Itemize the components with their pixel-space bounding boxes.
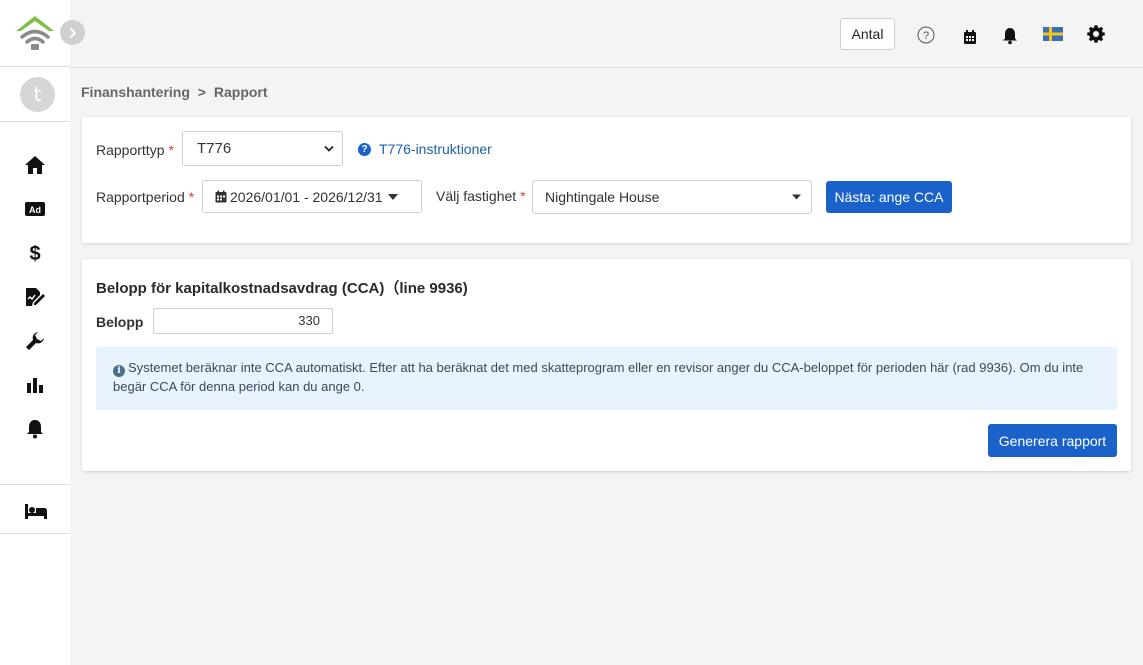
property-select[interactable]: Nightingale House: [532, 180, 812, 214]
amount-label: Belopp: [96, 314, 144, 330]
report-type-value: T776: [197, 140, 232, 157]
calendar-icon[interactable]: [959, 26, 981, 48]
breadcrumb-separator: >: [197, 84, 206, 100]
bell-icon[interactable]: [999, 25, 1021, 47]
amount-input[interactable]: 330: [153, 308, 333, 334]
report-period-label-text: Rapportperiod: [96, 189, 185, 205]
document-edit-icon[interactable]: [22, 285, 48, 309]
info-icon: i: [113, 365, 125, 377]
ad-icon[interactable]: Ad: [22, 197, 48, 221]
chevron-down-icon: [324, 145, 334, 152]
svg-text:?: ?: [923, 30, 929, 42]
swedish-flag-icon[interactable]: [1042, 23, 1064, 45]
calendar-icon: [215, 190, 227, 203]
required-mark: *: [188, 189, 195, 205]
home-icon[interactable]: [22, 153, 48, 177]
property-value: Nightingale House: [545, 189, 660, 205]
report-type-label: Rapporttyp *: [96, 142, 174, 158]
generate-report-button[interactable]: Generera rapport: [988, 424, 1117, 457]
avatar[interactable]: t: [20, 77, 55, 112]
report-settings-card: Rapporttyp * T776 ? T776-instruktioner Ra…: [82, 117, 1131, 243]
chevron-right-icon: [69, 27, 76, 38]
caret-down-icon: [387, 193, 398, 200]
gear-icon[interactable]: [1085, 23, 1107, 45]
bar-chart-icon[interactable]: [22, 373, 48, 397]
cca-card: Belopp för kapitalkostnadsavdrag (CCA)（l…: [82, 259, 1131, 471]
svg-text:$: $: [29, 243, 40, 264]
cca-section-title: Belopp för kapitalkostnadsavdrag (CCA)（l…: [96, 280, 468, 297]
t776-instructions-link[interactable]: ? T776-instruktioner: [358, 141, 492, 157]
antal-button[interactable]: Antal: [840, 18, 895, 50]
caret-down-icon: [792, 194, 801, 200]
bed-icon[interactable]: [23, 499, 49, 523]
sidebar-toggle-button[interactable]: [60, 20, 85, 45]
report-type-label-text: Rapporttyp: [96, 142, 165, 158]
breadcrumb-current: Rapport: [213, 84, 268, 100]
report-period-label: Rapportperiod *: [96, 189, 194, 205]
sidebar: t Ad $: [0, 0, 70, 665]
required-mark: *: [520, 188, 526, 204]
question-icon: ?: [358, 142, 371, 156]
t776-instructions-text: T776-instruktioner: [379, 141, 492, 157]
help-icon[interactable]: ?: [915, 24, 937, 46]
wrench-icon[interactable]: [22, 329, 48, 353]
property-label: Välj fastighet *: [436, 188, 526, 204]
report-period-value: 2026/01/01 - 2026/12/31: [230, 188, 383, 205]
top-bar: Antal ?: [70, 0, 1143, 68]
cca-info-text: Systemet beräknar inte CCA automatiskt. …: [113, 360, 1084, 394]
property-label-text: Välj fastighet: [436, 188, 517, 204]
breadcrumb: Finanshantering > Rapport: [81, 84, 268, 100]
sidebar-divider: [0, 121, 70, 122]
sidebar-divider: [0, 533, 70, 534]
sidebar-divider: [0, 66, 70, 67]
cca-info-box: i Systemet beräknar inte CCA automatiskt.…: [96, 347, 1117, 410]
breadcrumb-parent[interactable]: Finanshantering: [81, 84, 190, 100]
sidebar-divider: [0, 484, 70, 485]
svg-text:Ad: Ad: [29, 205, 41, 215]
report-type-select[interactable]: T776: [182, 131, 343, 166]
next-enter-cca-button[interactable]: Nästa: ange CCA: [826, 181, 952, 213]
app-logo[interactable]: [14, 13, 56, 53]
required-mark: *: [168, 142, 174, 158]
bell-icon[interactable]: [22, 417, 48, 441]
report-period-picker[interactable]: 2026/01/01 - 2026/12/31: [202, 180, 422, 213]
dollar-icon[interactable]: $: [22, 241, 48, 265]
